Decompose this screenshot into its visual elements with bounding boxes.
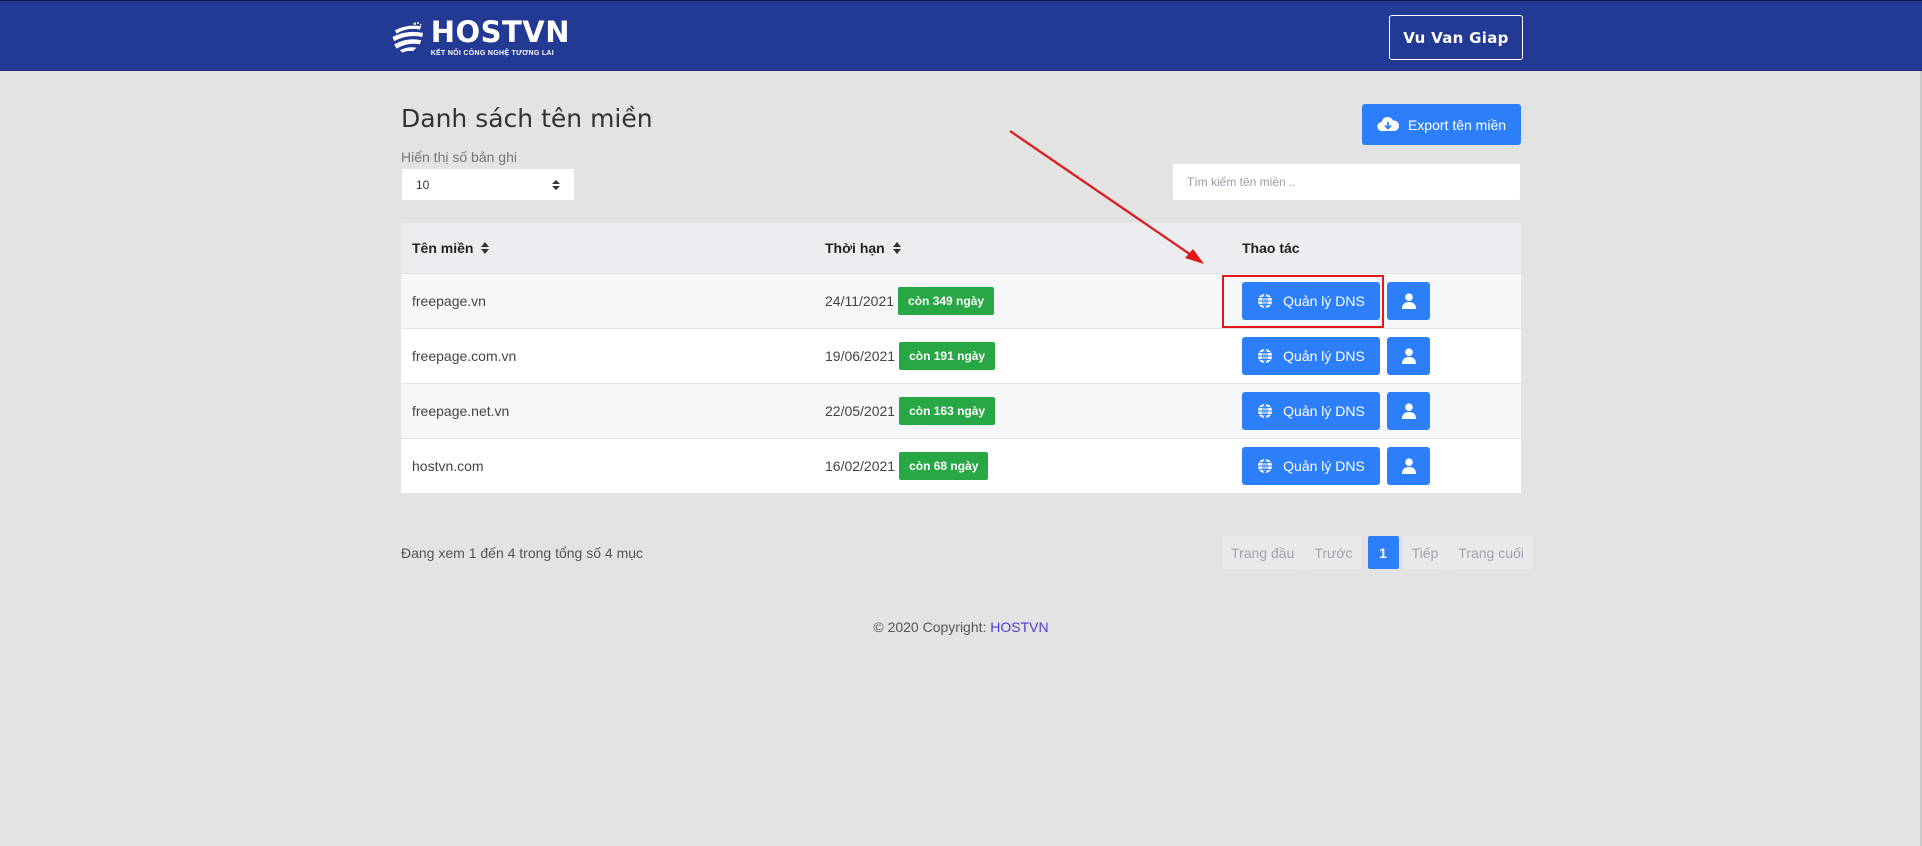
actions-cell: Quản lý DNS (1229, 447, 1521, 485)
logo-tagline: KẾT NỐI CÔNG NGHỆ TƯƠNG LAI (430, 49, 555, 57)
pagination-summary: Đang xem 1 đến 4 trong tổng số 4 mục (401, 545, 644, 561)
table-row: freepage.com.vn 19/06/2021 còn 191 ngày … (401, 328, 1521, 383)
domain-cell: freepage.net.vn (401, 403, 814, 419)
expiry-cell: 24/11/2021 còn 349 ngày (814, 287, 1229, 315)
user-icon (1401, 403, 1416, 419)
column-actions: Thao tác (1229, 240, 1521, 256)
domain-owner-button[interactable] (1387, 447, 1430, 485)
cloud-download-icon (1377, 117, 1399, 132)
actions-cell: Quản lý DNS (1229, 337, 1521, 375)
domain-search-input[interactable] (1172, 163, 1521, 201)
expiry-date: 19/06/2021 (825, 348, 896, 364)
expiry-cell: 22/05/2021 còn 163 ngày (814, 397, 1229, 425)
table-row: freepage.vn 24/11/2021 còn 349 ngày Quản… (401, 273, 1521, 328)
globe-icon (1258, 458, 1273, 474)
pagination-next[interactable]: Tiếp (1402, 536, 1448, 569)
footer: © 2020 Copyright: HOSTVN (0, 619, 1922, 635)
sort-icon (892, 241, 902, 255)
pagination-first[interactable]: Trang đầu (1222, 536, 1304, 569)
column-domain-label: Tên miền (412, 240, 474, 256)
domain-cell: hostvn.com (401, 458, 814, 474)
manage-dns-button[interactable]: Quản lý DNS (1242, 392, 1380, 430)
remaining-days-badge: còn 68 ngày (899, 452, 989, 480)
manage-dns-label: Quản lý DNS (1283, 458, 1365, 474)
expiry-date: 16/02/2021 (825, 458, 896, 474)
domain-owner-button[interactable] (1387, 337, 1430, 375)
column-domain[interactable]: Tên miền (401, 240, 814, 256)
table-header: Tên miền Thời hạn Thao tác (401, 223, 1521, 273)
page-size-value: 10 (416, 177, 430, 192)
domain-name: freepage.vn (412, 293, 486, 309)
user-menu-button[interactable]: Vu Van Giap (1389, 15, 1523, 60)
top-navbar: HOSTVN KẾT NỐI CÔNG NGHỆ TƯƠNG LAI Vu Va… (0, 0, 1922, 71)
page-size-select[interactable]: 10 (401, 168, 575, 201)
page-size-label: Hiển thị số bản ghi (401, 149, 517, 165)
expiry-date: 22/05/2021 (825, 403, 896, 419)
domain-owner-button[interactable] (1387, 392, 1430, 430)
page-title: Danh sách tên miền (401, 104, 653, 133)
manage-dns-button[interactable]: Quản lý DNS (1242, 282, 1380, 320)
pagination-last[interactable]: Trang cuối (1449, 536, 1533, 569)
globe-logo-icon (392, 21, 424, 53)
pagination-prev[interactable]: Trước (1305, 536, 1362, 569)
export-domains-button[interactable]: Export tên miền (1362, 104, 1521, 145)
globe-icon (1258, 293, 1273, 309)
manage-dns-button[interactable]: Quản lý DNS (1242, 337, 1380, 375)
column-expiry-label: Thời hạn (825, 240, 885, 256)
remaining-days-badge: còn 191 ngày (899, 342, 996, 370)
expiry-cell: 19/06/2021 còn 191 ngày (814, 342, 1229, 370)
manage-dns-label: Quản lý DNS (1283, 348, 1365, 364)
remaining-days-badge: còn 163 ngày (899, 397, 996, 425)
column-expiry[interactable]: Thời hạn (814, 240, 1229, 256)
user-icon (1401, 293, 1416, 309)
footer-copyright: © 2020 Copyright: (873, 619, 987, 635)
domain-name: freepage.com.vn (412, 348, 517, 364)
column-actions-label: Thao tác (1242, 240, 1300, 256)
user-icon (1401, 348, 1416, 364)
pagination-current[interactable]: 1 (1367, 536, 1399, 569)
manage-dns-button[interactable]: Quản lý DNS (1242, 447, 1380, 485)
domain-owner-button[interactable] (1387, 282, 1430, 320)
sort-icon (481, 241, 490, 255)
expiry-cell: 16/02/2021 còn 68 ngày (814, 452, 1229, 480)
domain-cell: freepage.vn (401, 293, 814, 309)
manage-dns-label: Quản lý DNS (1283, 403, 1365, 419)
globe-icon (1258, 403, 1273, 419)
logo-name: HOSTVN (430, 14, 570, 49)
table-row: hostvn.com 16/02/2021 còn 68 ngày Quản l… (401, 438, 1521, 493)
globe-icon (1258, 348, 1273, 364)
user-icon (1401, 458, 1416, 474)
domain-name: freepage.net.vn (412, 403, 510, 419)
select-arrows-icon (552, 179, 560, 190)
footer-brand-link[interactable]: HOSTVN (990, 619, 1048, 635)
remaining-days-badge: còn 349 ngày (898, 287, 995, 315)
domain-table: Tên miền Thời hạn Thao tác freepage.vn 2… (401, 223, 1521, 493)
domain-name: hostvn.com (412, 458, 484, 474)
hostvn-logo[interactable]: HOSTVN KẾT NỐI CÔNG NGHỆ TƯƠNG LAI (390, 15, 570, 59)
table-row: freepage.net.vn 22/05/2021 còn 163 ngày … (401, 383, 1521, 438)
actions-cell: Quản lý DNS (1229, 282, 1521, 320)
export-label: Export tên miền (1407, 116, 1507, 133)
manage-dns-label: Quản lý DNS (1283, 293, 1365, 309)
actions-cell: Quản lý DNS (1229, 392, 1521, 430)
pagination: Trang đầu Trước 1 Tiếp Trang cuối (1222, 536, 1535, 569)
expiry-date: 24/11/2021 (825, 293, 895, 309)
domain-cell: freepage.com.vn (401, 348, 814, 364)
